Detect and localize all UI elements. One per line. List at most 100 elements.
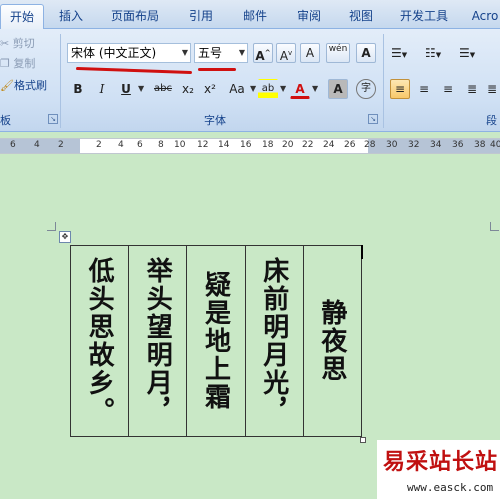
chevron-down-icon[interactable]: ▼ <box>280 84 286 93</box>
table-cell[interactable]: 低头思故乡。 <box>71 246 128 436</box>
shrink-font-button[interactable]: Av <box>276 43 296 63</box>
numbering-button[interactable]: ☷▼ <box>424 43 454 63</box>
ruler-tick-label: 12 <box>197 140 209 150</box>
table-cell[interactable]: 床前明月光， <box>244 246 303 436</box>
justify-button[interactable]: ≣ <box>462 79 482 99</box>
ruler-tick-label: 32 <box>408 140 420 150</box>
clear-format-button[interactable]: A <box>300 43 320 63</box>
horizontal-ruler[interactable]: 6 4 2 2 4 6 8 10 12 14 16 18 20 22 24 26… <box>0 138 500 154</box>
chevron-down-icon[interactable]: ▼ <box>312 84 318 93</box>
highlight-button[interactable]: ab <box>258 79 278 99</box>
ruler-tick-label: 18 <box>262 140 274 150</box>
numbered-list-icon: ☷ <box>425 46 436 60</box>
poem-line: 低头思故乡。 <box>84 257 115 425</box>
table-cell[interactable]: 静夜思 <box>302 246 361 436</box>
table-move-handle-icon[interactable]: ✥ <box>59 231 71 243</box>
highlight-label: ab <box>261 83 275 94</box>
justify-icon: ≣ <box>466 82 478 96</box>
poem-line: 举头望明月， <box>142 257 173 425</box>
enclose-characters-button[interactable]: 字 <box>356 79 376 99</box>
ruler-tick-label: 8 <box>158 140 164 150</box>
superscript-label: x² <box>204 82 216 96</box>
subscript-label: x₂ <box>182 82 194 96</box>
underline-label: U <box>121 82 131 96</box>
ruler-tick-label: 36 <box>452 140 464 150</box>
tab-developer[interactable]: 开发工具 <box>394 4 454 28</box>
bold-button[interactable]: B <box>68 79 88 99</box>
chevron-down-icon[interactable]: ▼ <box>182 44 188 62</box>
ruler-tick-label: 22 <box>302 140 314 150</box>
multilevel-list-button[interactable]: ☰▼ <box>458 43 488 63</box>
ruler-tick-label: 10 <box>174 140 186 150</box>
ruler-tick-label: 16 <box>240 140 252 150</box>
poem-table[interactable]: 低头思故乡。 举头望明月， 疑是地上霜 床前明月光， 静夜思 <box>70 245 362 437</box>
poem-line: 疑是地上霜 <box>200 271 231 411</box>
italic-button[interactable]: I <box>92 79 112 99</box>
bullets-button[interactable]: ☰▼ <box>390 43 420 63</box>
clear-format-label: A <box>305 46 315 60</box>
ruler-tick-label: 30 <box>386 140 398 150</box>
strikethrough-button[interactable]: abc <box>150 79 176 99</box>
font-size-combo[interactable]: 五号 ▼ <box>194 43 248 63</box>
tab-review[interactable]: 审阅 <box>290 4 328 28</box>
group-divider <box>60 34 61 128</box>
tab-home[interactable]: 开始 <box>0 4 44 30</box>
subscript-button[interactable]: x₂ <box>178 79 198 99</box>
table-cell[interactable]: 疑是地上霜 <box>186 246 244 436</box>
font-color-label: A <box>295 82 305 96</box>
ruler-tick-label: 34 <box>430 140 442 150</box>
font-launcher-icon[interactable]: ↘ <box>368 114 378 124</box>
margin-corner-mark <box>47 222 56 231</box>
distributed-button[interactable]: ≣ <box>484 79 500 99</box>
brush-icon: 🖌 <box>0 79 14 92</box>
tab-acrobat[interactable]: Acro <box>470 4 500 28</box>
ruler-tick-label: 24 <box>323 140 335 150</box>
cut-button[interactable]: ✂ 剪切 <box>0 36 35 52</box>
character-shading-button[interactable]: A <box>328 79 348 99</box>
phonetic-guide-button[interactable]: wén <box>326 43 350 63</box>
red-underline-annotation <box>198 68 236 71</box>
font-size-value: 五号 <box>198 46 223 60</box>
chevron-down-icon: ▼ <box>469 51 476 59</box>
strikethrough-label: abc <box>154 83 172 94</box>
character-border-button[interactable]: A <box>356 43 376 63</box>
superscript-button[interactable]: x² <box>200 79 220 99</box>
chevron-down-icon: ▼ <box>401 51 408 59</box>
paragraph-group-label: 段 <box>486 114 497 127</box>
watermark-url: www.easck.com <box>407 481 494 494</box>
tab-mailings[interactable]: 邮件 <box>236 4 274 28</box>
bold-label: B <box>73 82 83 96</box>
grow-font-button[interactable]: A^ <box>253 43 273 63</box>
ruler-tick-label: 2 <box>96 140 102 150</box>
table-cell[interactable]: 举头望明月， <box>128 246 186 436</box>
align-center-button[interactable]: ≡ <box>414 79 434 99</box>
change-case-label: Aa <box>229 82 245 96</box>
cut-label: 剪切 <box>12 37 35 50</box>
format-painter-button[interactable]: 🖌格式刷 <box>0 78 47 94</box>
bullet-list-icon: ☰ <box>391 46 402 60</box>
tab-references[interactable]: 引用 <box>182 4 220 28</box>
copy-button[interactable]: ❐ 复制 <box>0 56 35 72</box>
character-shading-label: A <box>333 82 343 96</box>
chevron-down-icon[interactable]: ▼ <box>138 84 144 93</box>
chevron-down-icon[interactable]: ▼ <box>250 84 256 93</box>
chevron-down-icon[interactable]: ▼ <box>239 44 245 62</box>
underline-button[interactable]: U <box>116 79 136 99</box>
ruler-tick-label: 20 <box>282 140 294 150</box>
align-right-button[interactable]: ≡ <box>438 79 458 99</box>
caret-up-icon: ^ <box>264 49 271 57</box>
font-color-button[interactable]: A <box>290 79 310 99</box>
watermark: 易采站长站 www.easck.com <box>377 440 500 499</box>
copy-icon: ❐ <box>0 57 10 70</box>
change-case-button[interactable]: Aa <box>224 79 250 99</box>
tab-page-layout[interactable]: 页面布局 <box>104 4 166 28</box>
align-left-button[interactable]: ≡ <box>390 79 410 99</box>
ruler-tick-label: 40 <box>490 140 500 150</box>
table-resize-handle[interactable] <box>360 437 366 443</box>
ribbon-tab-bar: 开始 插入 页面布局 引用 邮件 审阅 视图 开发工具 Acro <box>0 0 500 30</box>
clipboard-launcher-icon[interactable]: ↘ <box>48 114 58 124</box>
tab-view[interactable]: 视图 <box>342 4 380 28</box>
tab-insert[interactable]: 插入 <box>52 4 90 28</box>
font-name-combo[interactable]: 宋体 (中文正文) ▼ <box>67 43 191 63</box>
multilevel-list-icon: ☰ <box>459 46 470 60</box>
